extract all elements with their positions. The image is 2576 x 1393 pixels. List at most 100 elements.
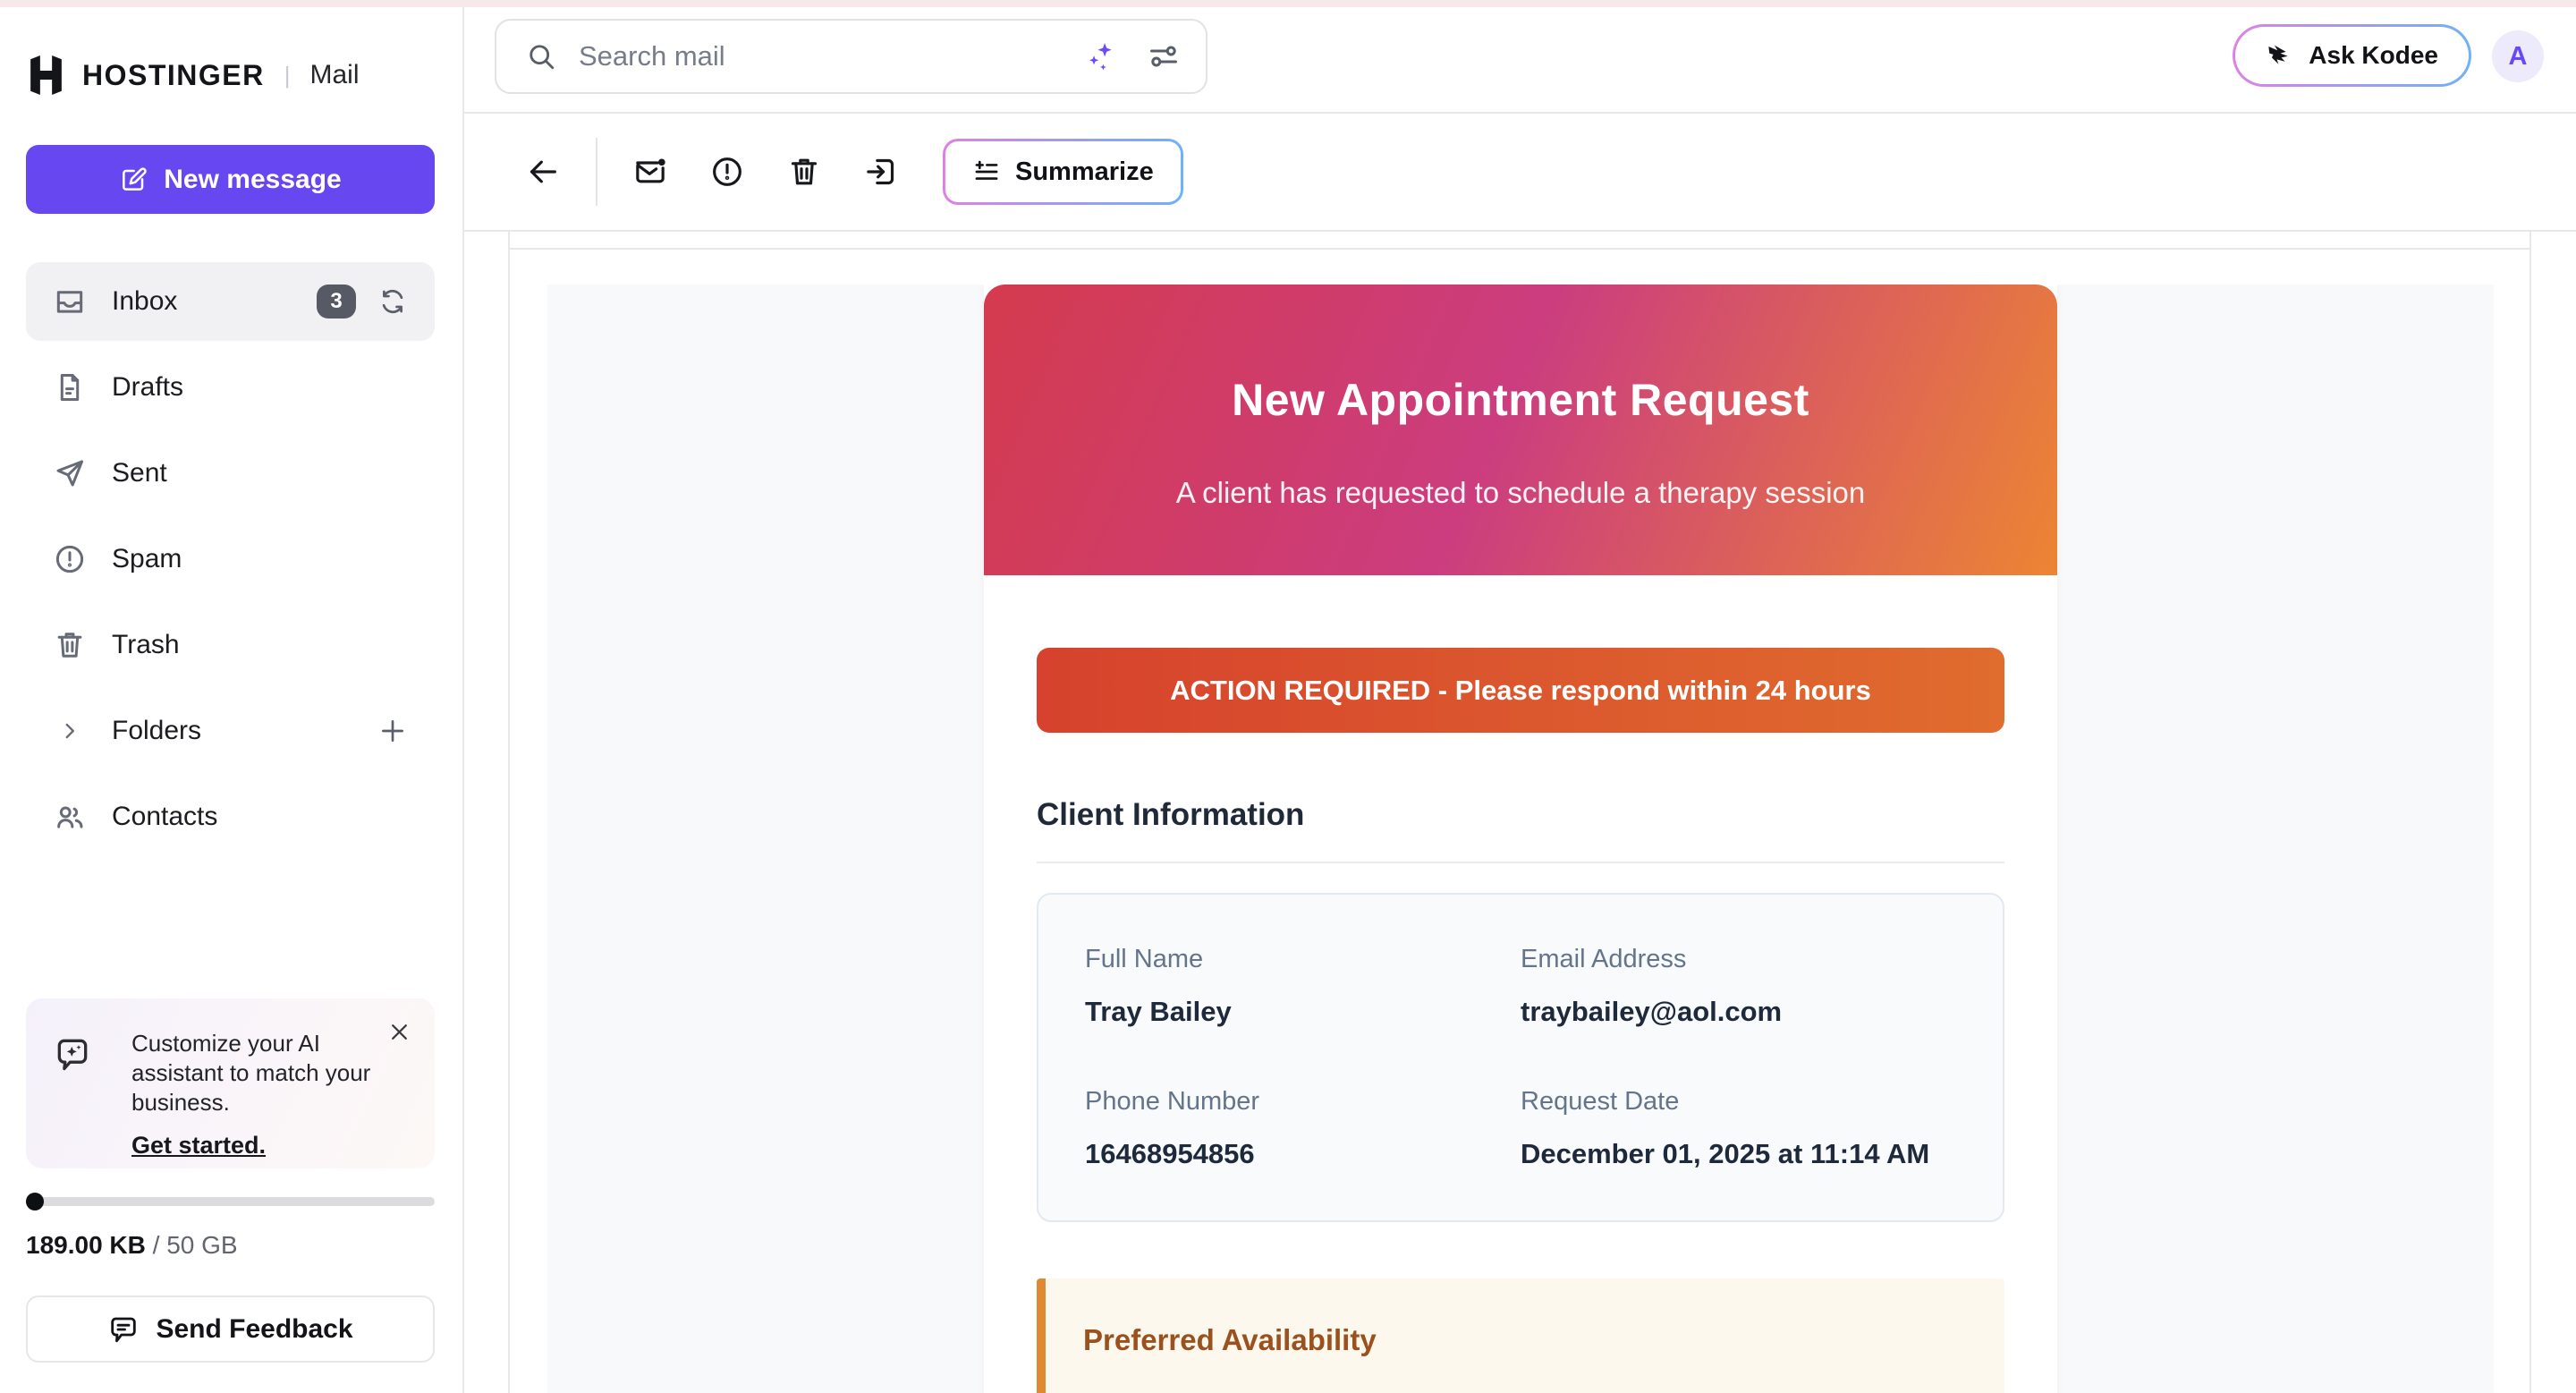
storage-separator: / <box>146 1231 166 1259</box>
sidebar-item-label: Folders <box>112 716 201 746</box>
sidebar-item-label: Spam <box>112 544 182 574</box>
summarize-button[interactable]: Summarize <box>943 139 1183 205</box>
storage-progress-bar <box>26 1197 435 1206</box>
trash-icon <box>786 154 822 190</box>
ask-kodee-label: Ask Kodee <box>2309 41 2438 70</box>
inbox-icon <box>53 285 87 319</box>
email-card-content: ACTION REQUIRED - Please respond within … <box>984 648 2057 1393</box>
report-spam-button[interactable] <box>707 151 748 192</box>
kodee-icon <box>2266 41 2294 70</box>
chevron-right-icon <box>58 719 81 743</box>
email-subtitle: A client has requested to schedule a the… <box>984 476 2057 510</box>
email-panel-divider <box>510 248 2529 250</box>
trash-icon <box>53 628 87 662</box>
move-to-folder-button[interactable] <box>860 151 902 192</box>
field-value: December 01, 2025 at 11:14 AM <box>1521 1138 1956 1170</box>
brand-name: HOSTINGER <box>82 59 265 92</box>
field-value: Tray Bailey <box>1085 996 1521 1028</box>
get-started-link[interactable]: Get started. <box>131 1132 266 1159</box>
back-arrow-icon <box>525 154 561 190</box>
search-filters-icon[interactable] <box>1147 39 1181 73</box>
sidebar-item-sent[interactable]: Sent <box>26 434 435 513</box>
email-title: New Appointment Request <box>984 374 2057 426</box>
field-value: 16468954856 <box>1085 1138 1521 1170</box>
sidebar-item-label: Sent <box>112 458 167 488</box>
sidebar-nav: Inbox 3 Drafts Sent Spam <box>26 262 435 863</box>
sidebar-item-label: Trash <box>112 630 180 660</box>
sidebar-item-folders[interactable]: Folders <box>26 692 435 770</box>
storage-progress-fill <box>26 1193 44 1210</box>
delete-button[interactable] <box>784 151 825 192</box>
search-input[interactable] <box>579 40 1063 72</box>
contacts-icon <box>53 800 87 834</box>
action-required-banner: ACTION REQUIRED - Please respond within … <box>1037 648 2004 733</box>
summarize-label: Summarize <box>1015 157 1154 187</box>
summarize-icon <box>972 157 1001 186</box>
refresh-icon[interactable] <box>377 286 408 317</box>
sidebar-item-drafts[interactable]: Drafts <box>26 348 435 427</box>
email-viewer-panel: New Appointment Request A client has req… <box>508 232 2531 1393</box>
sidebar-item-label: Contacts <box>112 802 217 832</box>
field-full-name: Full Name Tray Bailey <box>1085 945 1521 1028</box>
compose-icon <box>119 166 148 194</box>
sidebar: HOSTINGER | Mail New message Inbox 3 <box>0 7 464 1393</box>
storage-used: 189.00 KB <box>26 1231 146 1259</box>
field-value: traybailey@aol.com <box>1521 996 1956 1028</box>
ai-sparkles-icon[interactable] <box>1084 39 1118 73</box>
message-toolbar: Summarize <box>464 114 2576 232</box>
field-label: Phone Number <box>1085 1087 1521 1117</box>
new-message-button[interactable]: New message <box>26 145 435 214</box>
ai-chat-icon <box>53 1034 92 1074</box>
sidebar-item-label: Inbox <box>112 286 177 317</box>
back-button[interactable] <box>522 151 564 192</box>
avatar-initial: A <box>2509 42 2528 72</box>
email-hero-banner: New Appointment Request A client has req… <box>984 285 2057 575</box>
drafts-icon <box>53 370 87 404</box>
email-card: New Appointment Request A client has req… <box>984 285 2057 1393</box>
brand-divider: | <box>284 62 291 89</box>
ai-assistant-promo-card: Customize your AI assistant to match you… <box>26 998 435 1168</box>
top-bar: Ask Kodee A <box>464 7 2576 114</box>
alert-circle-icon <box>709 154 745 190</box>
search-icon <box>525 40 557 72</box>
sidebar-item-trash[interactable]: Trash <box>26 606 435 684</box>
sent-icon <box>53 456 87 490</box>
send-feedback-button[interactable]: Send Feedback <box>26 1295 435 1363</box>
client-information-card: Full Name Tray Bailey Email Address tray… <box>1037 893 2004 1222</box>
mark-unread-button[interactable] <box>630 151 671 192</box>
move-to-icon <box>863 154 899 190</box>
field-label: Full Name <box>1085 945 1521 974</box>
sidebar-item-label: Drafts <box>112 372 183 403</box>
add-folder-icon[interactable] <box>377 716 408 746</box>
account-avatar[interactable]: A <box>2492 30 2544 82</box>
toolbar-divider <box>596 138 597 206</box>
search-bar[interactable] <box>495 19 1208 94</box>
send-feedback-label: Send Feedback <box>156 1314 352 1345</box>
new-message-label: New message <box>164 165 341 195</box>
brand-logo[interactable]: HOSTINGER | Mail <box>26 54 360 97</box>
brand-product: Mail <box>310 60 360 90</box>
hostinger-logo-icon <box>26 54 66 97</box>
preferred-availability-heading: Preferred Availability <box>1083 1323 1965 1357</box>
field-email-address: Email Address traybailey@aol.com <box>1521 945 1956 1028</box>
client-information-heading: Client Information <box>1037 797 2004 863</box>
spam-icon <box>53 542 87 576</box>
feedback-bubble-icon <box>107 1313 140 1346</box>
ai-card-text: Customize your AI assistant to match you… <box>131 1029 391 1117</box>
field-phone-number: Phone Number 16468954856 <box>1085 1087 1521 1170</box>
storage-total: 50 GB <box>166 1231 237 1259</box>
field-label: Request Date <box>1521 1087 1956 1117</box>
sidebar-item-inbox[interactable]: Inbox 3 <box>26 262 435 341</box>
email-content-scroll-area[interactable]: New Appointment Request A client has req… <box>547 285 2494 1393</box>
storage-usage: 189.00 KB / 50 GB <box>26 1231 238 1260</box>
sidebar-item-contacts[interactable]: Contacts <box>26 777 435 856</box>
envelope-dot-icon <box>632 154 668 190</box>
close-icon[interactable] <box>387 1020 411 1044</box>
inbox-unread-badge: 3 <box>317 285 356 319</box>
preferred-availability-box: Preferred Availability Dates: Dec 06, 20… <box>1037 1278 2004 1393</box>
field-request-date: Request Date December 01, 2025 at 11:14 … <box>1521 1087 1956 1170</box>
ask-kodee-button[interactable]: Ask Kodee <box>2233 24 2471 87</box>
sidebar-item-spam[interactable]: Spam <box>26 520 435 599</box>
window-top-strip <box>0 0 2576 7</box>
field-label: Email Address <box>1521 945 1956 974</box>
